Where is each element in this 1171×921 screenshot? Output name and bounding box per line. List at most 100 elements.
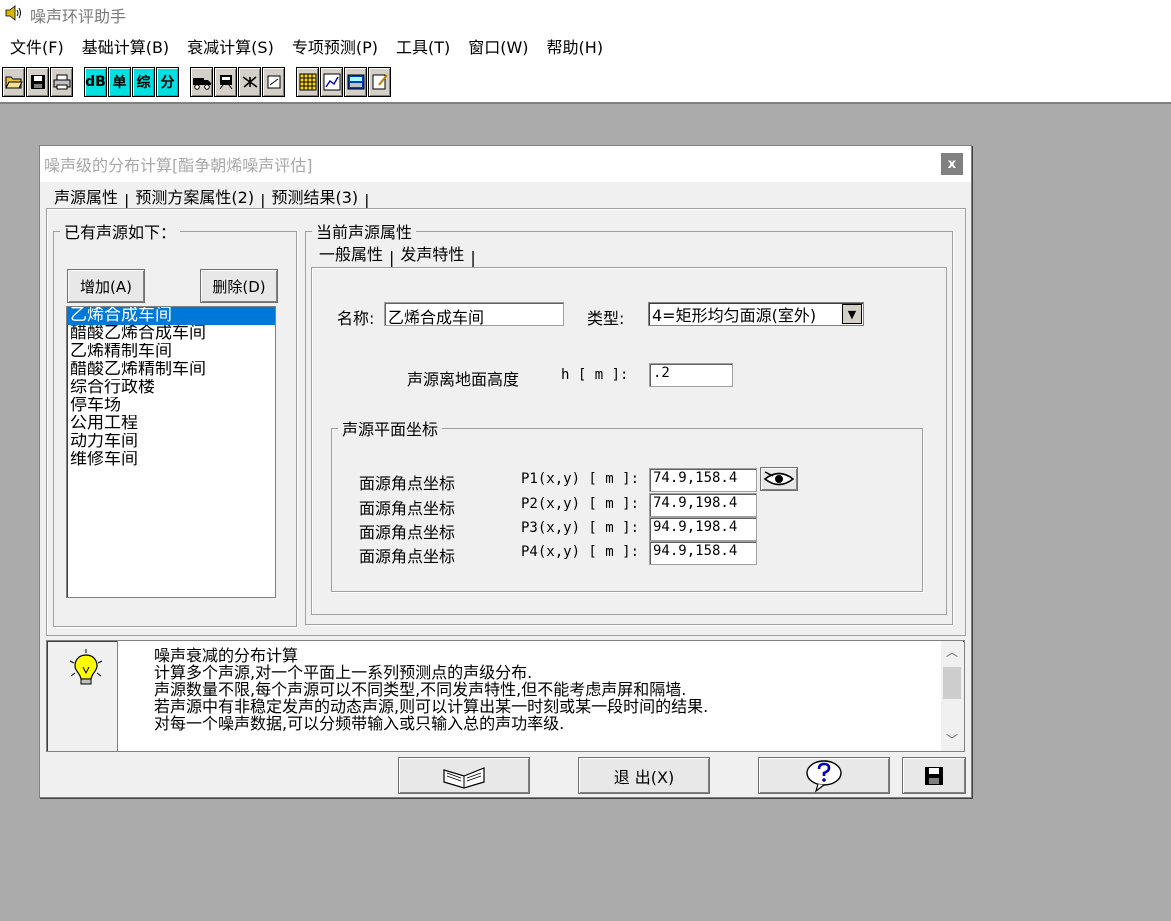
edit-notes-button[interactable] [368, 67, 391, 97]
source-type-value: 4=矩形均匀面源(室外) [652, 306, 817, 325]
p3-coord-field[interactable]: 94.9,198.4 [649, 517, 757, 541]
truck-icon [192, 78, 211, 90]
composite-button-label: 综 [136, 75, 151, 91]
delete-source-button[interactable]: 删除(D) [200, 269, 278, 303]
list-item[interactable]: 乙烯合成车间 [67, 307, 275, 325]
single-button-label: 单 [112, 75, 127, 91]
train-button[interactable] [214, 67, 237, 97]
open-folder-button[interactable] [2, 67, 25, 97]
menubar: 文件(F) 基础计算(B) 衰减计算(S) 专项预测(P) 工具(T) 窗口(W… [0, 30, 1171, 62]
scroll-down-icon[interactable]: ﹀ [941, 729, 963, 751]
tab-source-properties[interactable]: 声源属性 [50, 182, 123, 210]
p2-key-label: P2(x,y) [ m ]: [521, 496, 640, 512]
list-item[interactable]: 醋酸乙烯合成车间 [67, 325, 275, 343]
composite-button[interactable]: 综 [132, 67, 155, 97]
help-area: 噪声衰减的分布计算 计算多个声源,对一个平面上一系列预测点的声级分布. 声源数量… [46, 640, 965, 752]
help-line: 计算多个声源,对一个平面上一系列预测点的声级分布. [154, 663, 533, 682]
plane-coords-legend: 声源平面坐标 [342, 420, 439, 439]
delete-source-label: 删除(D) [212, 277, 266, 296]
tab-prediction-results[interactable]: 预测结果(3) [267, 182, 362, 210]
open-folder-icon [4, 76, 23, 89]
list-item[interactable]: 公用工程 [67, 415, 275, 433]
help-scrollbar[interactable]: ︿ ﹀ [941, 641, 963, 751]
graph-button[interactable] [320, 67, 343, 97]
chart-doc-button[interactable] [262, 67, 285, 97]
tab-separator: | [470, 248, 476, 267]
tab-scheme-properties[interactable]: 预测方案属性(2) [131, 182, 258, 210]
source-type-select[interactable]: 4=矩形均匀面源(室外) ▼ [648, 302, 864, 326]
menu-attenuation-calc[interactable]: 衰减计算(S) [181, 31, 280, 61]
tab-sound-characteristics[interactable]: 发声特性 [396, 239, 468, 267]
app-title: 噪声环评助手 [30, 7, 127, 26]
floppy-icon [925, 766, 943, 785]
p4-coord-field[interactable]: 94.9,158.4 [649, 541, 757, 565]
distribution-calc-dialog: 噪声级的分布计算[酯争朝烯噪声评估] x 声源属性 | 预测方案属性(2) | … [39, 145, 972, 798]
add-source-label: 增加(A) [80, 277, 132, 296]
help-button[interactable] [758, 757, 890, 794]
menu-help[interactable]: 帮助(H) [541, 31, 610, 61]
list-item[interactable]: 停车场 [67, 397, 275, 415]
corner-coord-label: 面源角点坐标 [359, 499, 456, 518]
split-button[interactable]: 分 [156, 67, 179, 97]
vehicle-button[interactable] [190, 67, 213, 97]
speaker-icon [4, 4, 24, 26]
add-source-button[interactable]: 增加(A) [67, 269, 145, 303]
corner-coord-label: 面源角点坐标 [359, 547, 456, 566]
dialog-titlebar: 噪声级的分布计算[酯争朝烯噪声评估] [40, 146, 971, 182]
help-line: 噪声衰减的分布计算 [154, 646, 299, 665]
dropdown-arrow-icon[interactable]: ▼ [842, 304, 862, 324]
list-item[interactable]: 乙烯精制车间 [67, 343, 275, 361]
list-item[interactable]: 综合行政楼 [67, 379, 275, 397]
source-name-field[interactable]: 乙烯合成车间 [384, 302, 564, 327]
db-button[interactable]: dB [84, 67, 107, 97]
height-label: 声源离地面高度 [407, 370, 520, 389]
manual-button[interactable] [398, 757, 530, 794]
close-icon: x [947, 156, 957, 172]
current-source-subtabs: 一般属性 | 发声特性 | [315, 239, 478, 267]
open-book-icon [443, 766, 485, 789]
print-button[interactable] [50, 67, 73, 97]
sources-listbox[interactable]: 乙烯合成车间 醋酸乙烯合成车间 乙烯精制车间 醋酸乙烯精制车间 综合行政楼 停车… [66, 306, 276, 598]
menu-tools[interactable]: 工具(T) [390, 31, 456, 61]
toolbar: dB 单 综 分 [0, 62, 1171, 104]
single-button[interactable]: 单 [108, 67, 131, 97]
grid-icon [299, 73, 316, 91]
aircraft-button[interactable] [238, 67, 261, 97]
exit-button-label: 退 出(X) [613, 767, 675, 787]
source-height-field[interactable]: .2 [649, 363, 733, 387]
exit-button[interactable]: 退 出(X) [578, 757, 710, 794]
p1-key-label: P1(x,y) [ m ]: [521, 471, 640, 487]
scroll-up-icon[interactable]: ︿ [941, 641, 963, 663]
existing-sources-legend: 已有声源如下： [64, 223, 177, 242]
eye-pointer-icon [763, 471, 795, 486]
document-chart-icon [267, 75, 280, 89]
help-question-icon [806, 759, 842, 793]
split-button-label: 分 [160, 75, 175, 91]
save-results-button[interactable] [902, 757, 966, 794]
calculator-button[interactable] [344, 67, 367, 97]
list-item[interactable]: 醋酸乙烯精制车间 [67, 361, 275, 379]
calculator-icon [347, 74, 364, 90]
airplane-icon [242, 76, 257, 88]
menu-window[interactable]: 窗口(W) [462, 31, 534, 61]
train-icon [219, 75, 232, 90]
save-button[interactable] [26, 67, 49, 97]
p1-coord-field[interactable]: 74.9,158.4 [649, 468, 757, 492]
type-label: 类型: [587, 309, 625, 328]
app-titlebar: 噪声环评助手 [0, 0, 1171, 30]
list-item[interactable]: 维修车间 [67, 451, 275, 469]
menu-basic-calc[interactable]: 基础计算(B) [76, 31, 175, 61]
height-unit-label: h [ m ]: [561, 367, 629, 383]
menu-special-prediction[interactable]: 专项预测(P) [286, 31, 384, 61]
p2-coord-field[interactable]: 74.9,198.4 [649, 493, 757, 517]
tab-general-properties[interactable]: 一般属性 [315, 239, 388, 267]
close-button[interactable]: x [941, 153, 963, 175]
menu-file[interactable]: 文件(F) [4, 31, 70, 61]
scroll-thumb[interactable] [943, 667, 961, 699]
line-graph-icon [323, 73, 340, 91]
list-item[interactable]: 动力车间 [67, 433, 275, 451]
grid-button[interactable] [296, 67, 319, 97]
pick-point-button[interactable] [760, 467, 798, 491]
name-label: 名称: [337, 309, 375, 328]
source-properties-panel: 已有声源如下： 增加(A) 删除(D) 乙烯合成车间 醋酸乙烯合成车间 乙烯精制… [46, 208, 966, 636]
